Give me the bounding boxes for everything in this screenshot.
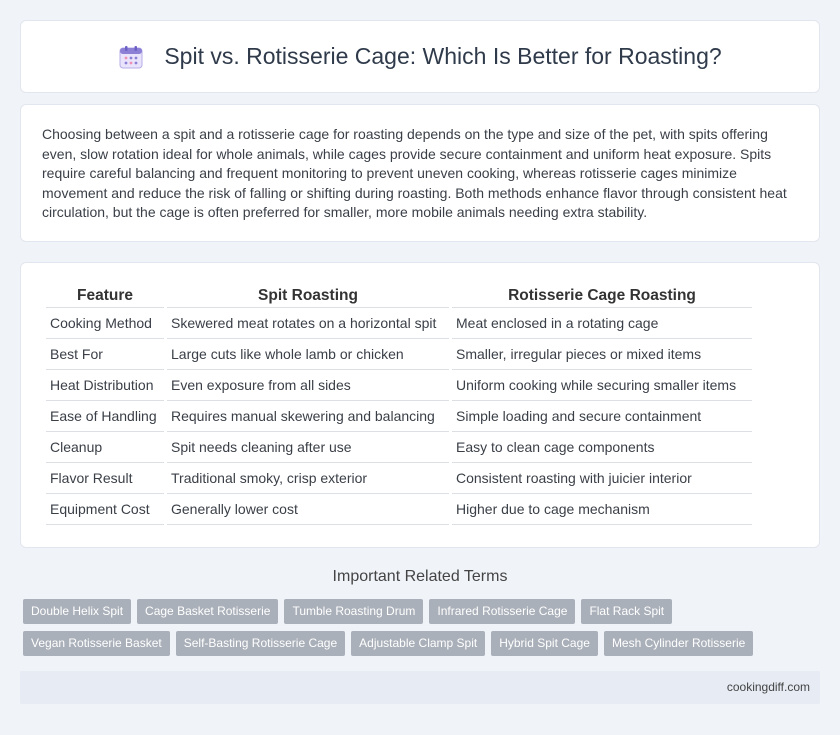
related-term-tag[interactable]: Self-Basting Rotisserie Cage	[175, 631, 346, 656]
related-term-tag[interactable]: Adjustable Clamp Spit	[351, 631, 486, 656]
cell-cage: Meat enclosed in a rotating cage	[452, 308, 752, 339]
header-spit: Spit Roasting	[167, 284, 449, 308]
table-row: Ease of Handling Requires manual skeweri…	[46, 401, 752, 432]
cell-cage: Higher due to cage mechanism	[452, 494, 752, 525]
table-row: Cleanup Spit needs cleaning after use Ea…	[46, 432, 752, 463]
cell-spit: Traditional smoky, crisp exterior	[167, 463, 449, 494]
related-term-tag[interactable]: Mesh Cylinder Rotisserie	[603, 631, 754, 656]
table-row: Flavor Result Traditional smoky, crisp e…	[46, 463, 752, 494]
cell-feature: Flavor Result	[46, 463, 164, 494]
related-term-tag[interactable]: Flat Rack Spit	[581, 599, 673, 624]
footer-site-link[interactable]: cookingdiff.com	[727, 680, 810, 694]
cell-spit: Requires manual skewering and balancing	[167, 401, 449, 432]
cell-cage: Uniform cooking while securing smaller i…	[452, 370, 752, 401]
footer: cookingdiff.com	[20, 671, 820, 704]
cell-spit: Skewered meat rotates on a horizontal sp…	[167, 308, 449, 339]
cell-feature: Equipment Cost	[46, 494, 164, 525]
cell-spit: Spit needs cleaning after use	[167, 432, 449, 463]
cell-cage: Smaller, irregular pieces or mixed items	[452, 339, 752, 370]
cell-cage: Easy to clean cage components	[452, 432, 752, 463]
cell-feature: Best For	[46, 339, 164, 370]
header-feature: Feature	[46, 284, 164, 308]
cell-spit: Large cuts like whole lamb or chicken	[167, 339, 449, 370]
header-cage: Rotisserie Cage Roasting	[452, 284, 752, 308]
cell-cage: Consistent roasting with juicier interio…	[452, 463, 752, 494]
cell-feature: Heat Distribution	[46, 370, 164, 401]
related-term-tag[interactable]: Double Helix Spit	[23, 599, 132, 624]
cell-feature: Cleanup	[46, 432, 164, 463]
comparison-card: Feature Spit Roasting Rotisserie Cage Ro…	[20, 262, 820, 548]
title-card: Spit vs. Rotisserie Cage: Which Is Bette…	[20, 20, 820, 93]
intro-text: Choosing between a spit and a rotisserie…	[42, 126, 787, 220]
title-wrap: Spit vs. Rotisserie Cage: Which Is Bette…	[118, 43, 722, 70]
cell-cage: Simple loading and secure containment	[452, 401, 752, 432]
related-term-tag[interactable]: Cage Basket Rotisserie	[137, 599, 279, 624]
related-term-tag[interactable]: Hybrid Spit Cage	[491, 631, 598, 656]
related-terms-title: Important Related Terms	[332, 568, 508, 585]
table-row: Best For Large cuts like whole lamb or c…	[46, 339, 752, 370]
related-term-tag[interactable]: Vegan Rotisserie Basket	[23, 631, 170, 656]
cell-spit: Even exposure from all sides	[167, 370, 449, 401]
table-row: Cooking Method Skewered meat rotates on …	[46, 308, 752, 339]
comparison-table: Feature Spit Roasting Rotisserie Cage Ro…	[43, 284, 755, 525]
cell-feature: Cooking Method	[46, 308, 164, 339]
cell-feature: Ease of Handling	[46, 401, 164, 432]
intro-card: Choosing between a spit and a rotisserie…	[20, 104, 820, 242]
page-title: Spit vs. Rotisserie Cage: Which Is Bette…	[164, 43, 722, 69]
table-header-row: Feature Spit Roasting Rotisserie Cage Ro…	[46, 284, 752, 308]
related-term-tag[interactable]: Infrared Rotisserie Cage	[429, 599, 576, 624]
cell-spit: Generally lower cost	[167, 494, 449, 525]
related-terms-list: Double Helix Spit Cage Basket Rotisserie…	[23, 599, 823, 663]
table-row: Heat Distribution Even exposure from all…	[46, 370, 752, 401]
related-term-tag[interactable]: Tumble Roasting Drum	[284, 599, 424, 624]
table-row: Equipment Cost Generally lower cost High…	[46, 494, 752, 525]
calendar-icon	[118, 44, 144, 70]
